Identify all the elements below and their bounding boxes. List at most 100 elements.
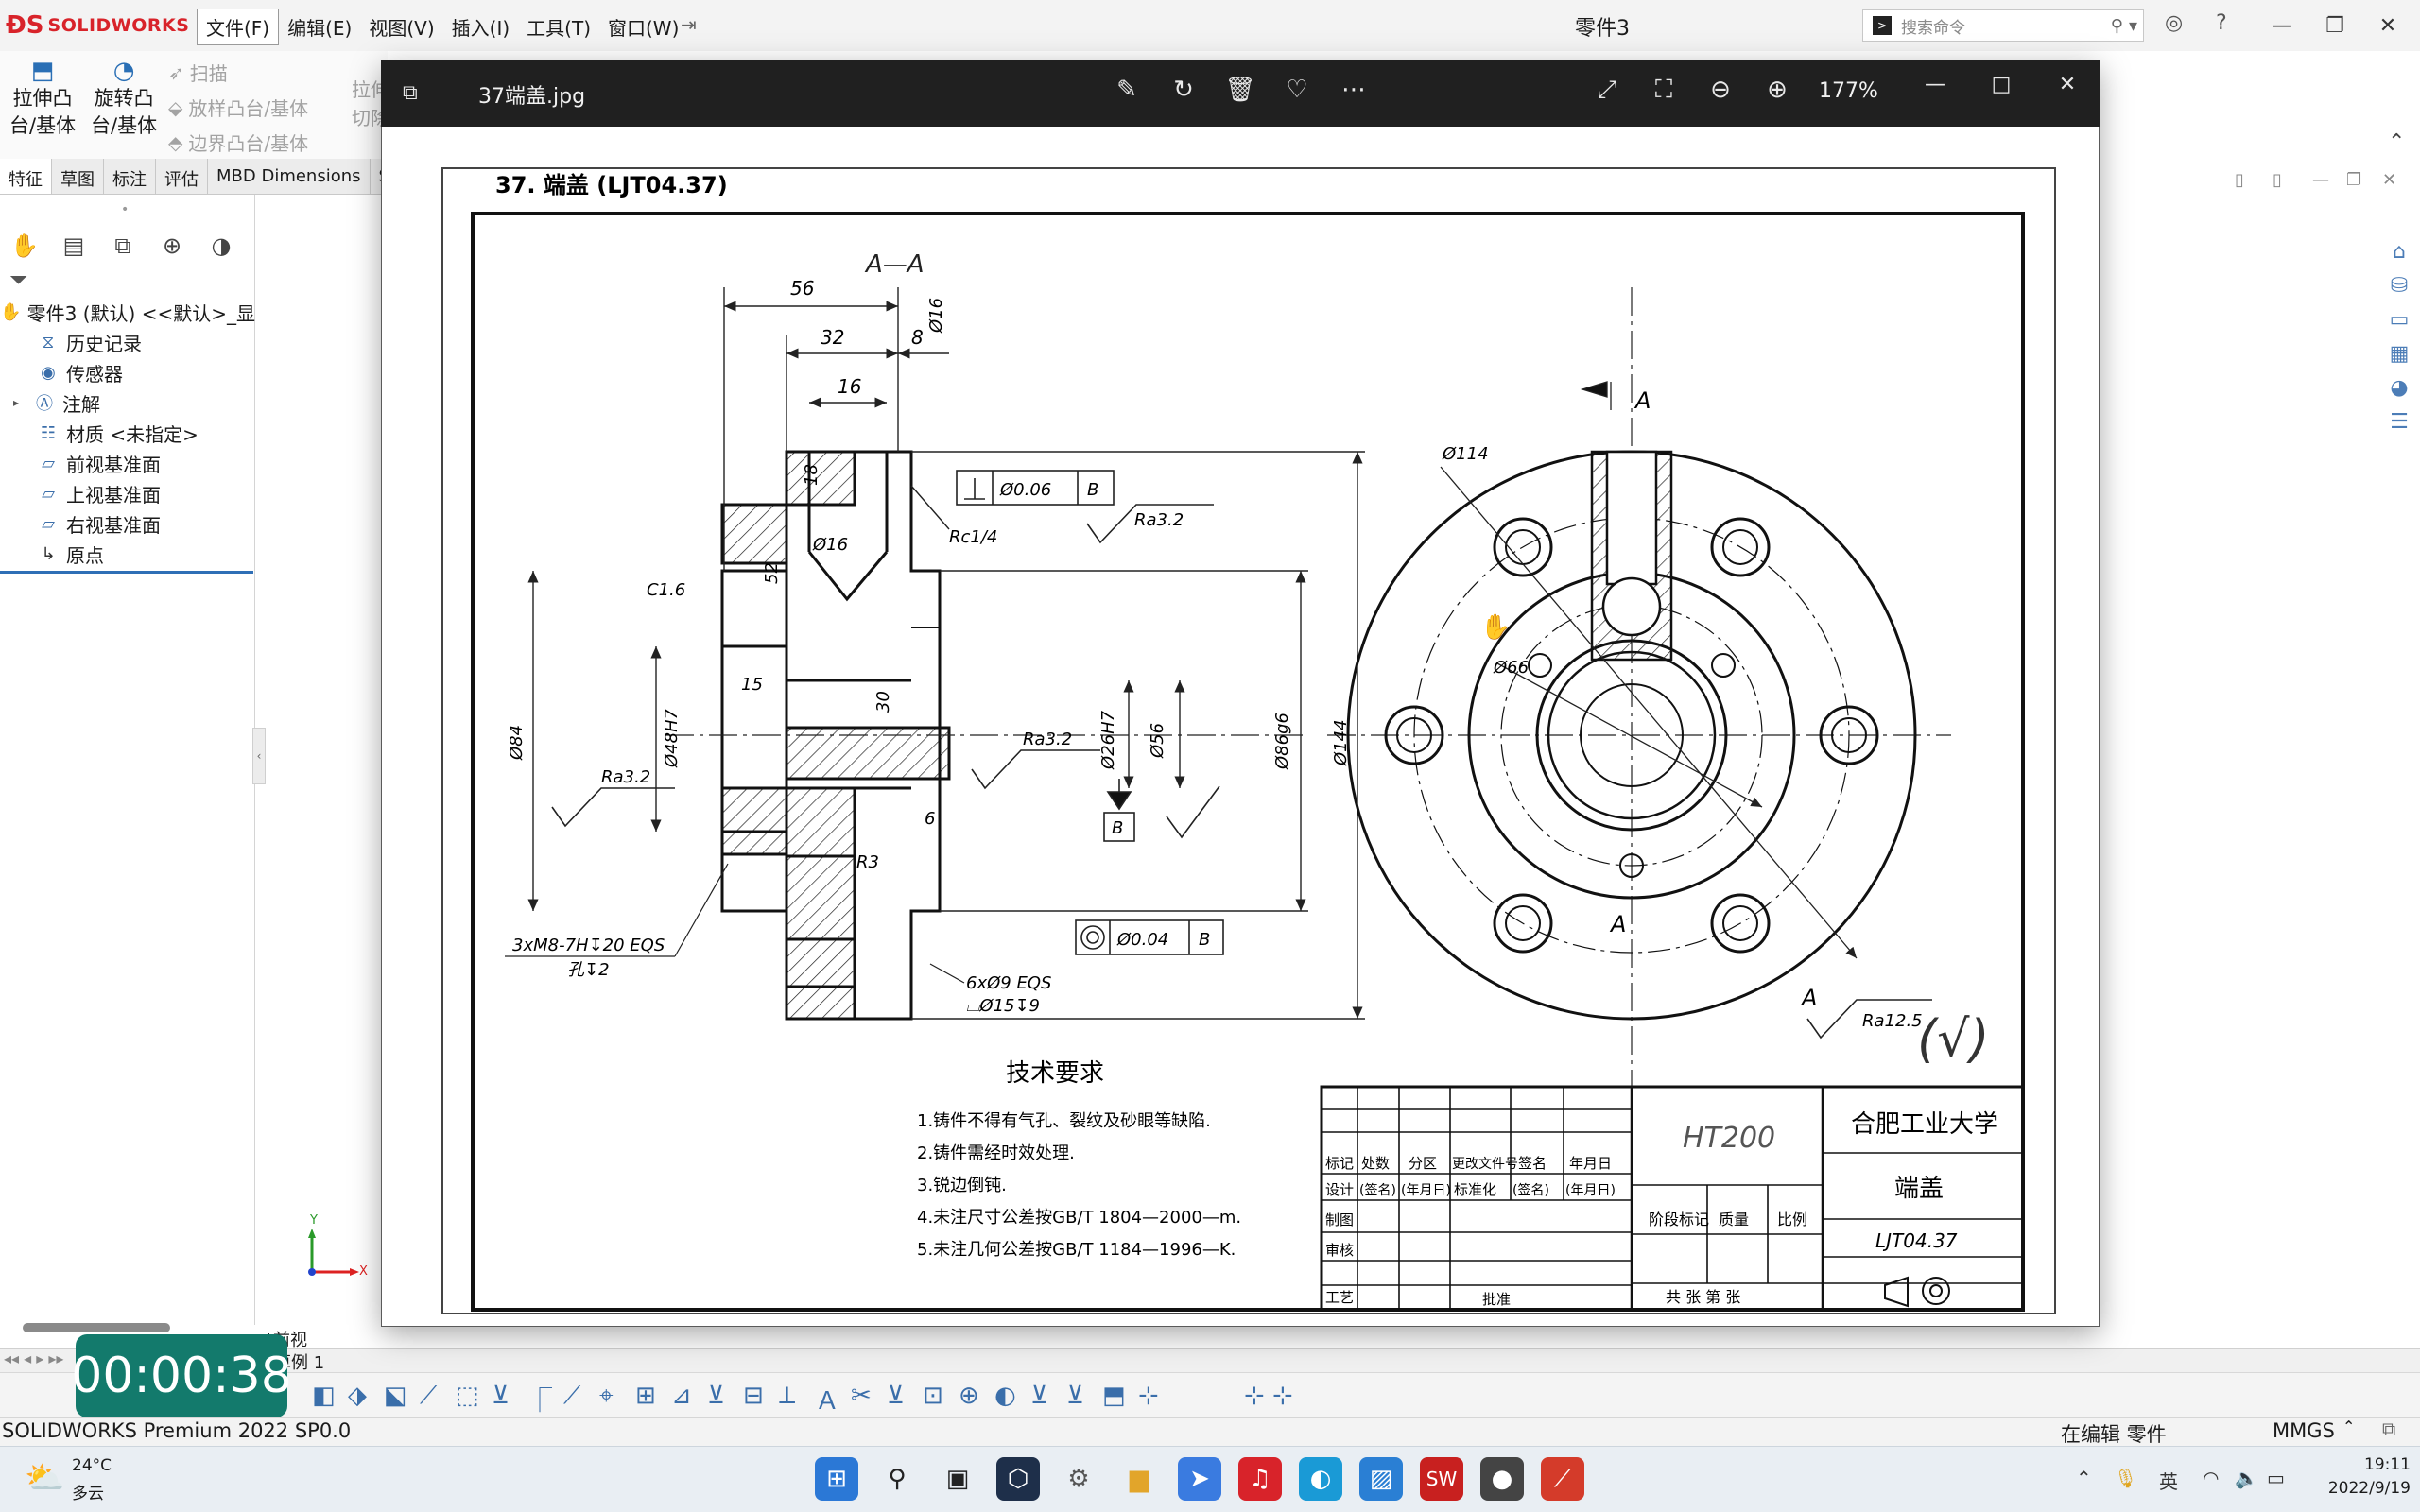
shaded-icon[interactable]: ◐ [994,1382,1016,1410]
tab-markup[interactable]: 标注 [104,159,156,194]
zoom-in-icon[interactable]: ⊕ [1758,76,1796,104]
dimxpert-icon[interactable]: ⊕ [147,227,197,265]
collapse-ribbon-icon[interactable]: ⌃ [2388,130,2405,154]
loft-button[interactable]: ⬙ 放样凸台/基体 [168,94,308,121]
tree-item-material[interactable]: ☷ 材质 <未指定> [0,418,255,448]
help-icon[interactable]: ? [2216,11,2227,35]
plane-tool-icon[interactable]: ⊻ [1066,1382,1084,1410]
search-icon[interactable]: ⚲ [2111,16,2123,36]
display-manager-icon[interactable]: ◑ [197,227,246,265]
axis-icon[interactable]: ⊻ [1030,1382,1048,1410]
tree-root[interactable]: ✋ 零件3 (默认) <<默认>_显 [0,297,255,327]
render-icon[interactable]: ⬒ [1102,1382,1126,1410]
edit-image-icon[interactable]: ✎ [1108,76,1146,104]
close-button[interactable]: ✕ [2365,8,2411,43]
restore-button[interactable]: ❐ [2312,8,2358,43]
zoom-out-icon[interactable]: ⊖ [1702,76,1739,104]
wifi-icon[interactable]: ◠ [2203,1467,2219,1489]
volume-icon[interactable]: 🔈 [2235,1467,2258,1489]
recorder-icon[interactable]: ● [1480,1457,1524,1501]
search-icon[interactable]: ⚲ [875,1457,919,1501]
horizontal-scrollbar[interactable] [23,1323,170,1332]
doc-close-icon[interactable]: ✕ [2382,170,2396,190]
section-view-icon[interactable]: ⟋ [420,1382,437,1411]
pin-icon[interactable]: ⇥ [681,13,697,36]
filter-icon[interactable]: ⏷ [9,266,27,293]
snap-icon[interactable]: ⊿ [671,1382,692,1410]
status-units[interactable]: MMGS [2273,1419,2335,1442]
battery-icon[interactable]: ▭ [2267,1467,2285,1489]
tile-left-icon[interactable]: ▯ [2235,170,2244,190]
display-style-icon[interactable]: ⬕ [384,1382,407,1410]
sweep-button[interactable]: ➶ 扫描 [168,59,228,86]
appearances-icon[interactable]: ◕ [2384,372,2414,403]
netease-music-icon[interactable]: ♫ [1238,1457,1282,1501]
viewer-close-button[interactable]: ✕ [2042,68,2093,100]
edge-icon[interactable]: ◐ [1299,1457,1342,1501]
zoom-level[interactable]: 177% [1819,79,1878,103]
menu-file[interactable]: 文件(F) [197,8,280,45]
feature-manager-icon[interactable]: ✋ [0,227,49,265]
line-icon[interactable]: ⟋ [563,1382,580,1411]
minimize-button[interactable]: — [2259,8,2305,43]
tree-item-history[interactable]: ⧖ 历史记录 [0,327,255,357]
search-command-input[interactable]: > 搜索命令 ⚲ ▾ [1862,9,2144,42]
delete-icon[interactable]: 🗑 [1221,76,1259,104]
tab-sketch[interactable]: 草图 [52,159,104,194]
tray-chevron-icon[interactable]: ⌃ [2076,1467,2092,1489]
rotate-icon[interactable]: ↻ [1165,76,1202,104]
app-red-icon[interactable]: ⟋ [1541,1457,1584,1501]
more-options-icon[interactable]: ⋯ [1335,76,1373,104]
offset-icon[interactable]: ⊻ [887,1382,905,1410]
revolve-boss-button[interactable]: ◔ 旋转凸 台/基体 [91,57,157,140]
panel-grip-icon[interactable]: • [121,202,129,217]
clock-time[interactable]: 19:11 [2350,1455,2411,1474]
point-icon[interactable]: ⌖ [599,1382,614,1411]
task-view-icon[interactable]: ▣ [936,1457,979,1501]
configuration-manager-icon[interactable]: ⧉ [98,227,147,265]
select-filter-icon[interactable]: ⊻ [492,1382,510,1410]
text-icon[interactable]: Ａ [815,1382,839,1417]
measure-icon[interactable]: ⊟ [743,1382,764,1410]
property-manager-icon[interactable]: ▤ [49,227,98,265]
doc-restore-icon[interactable]: ❐ [2346,170,2361,190]
ime-indicator[interactable]: 英 [2159,1467,2178,1494]
favorite-icon[interactable]: ♡ [1278,76,1316,104]
weather-icon[interactable]: ⛅ [25,1459,64,1497]
solidworks-taskbar-icon[interactable]: SW [1420,1457,1463,1501]
home-icon[interactable]: ⌂ [2384,236,2414,266]
sketch-icon[interactable]: ⎾ [527,1382,552,1417]
pattern-icon[interactable]: ⊕ [959,1382,979,1410]
menu-insert[interactable]: 插入(I) [443,9,519,44]
rollback-bar[interactable] [0,571,253,574]
tree-item-front-plane[interactable]: ▱ 前视基准面 [0,448,255,478]
custom-properties-icon[interactable]: ☰ [2384,406,2414,437]
menu-tools[interactable]: 工具(T) [518,9,599,44]
zoom-fit-icon[interactable]: ⬗ [348,1382,367,1410]
photos-icon[interactable]: ▨ [1359,1457,1403,1501]
expand-arrow-icon[interactable]: ▸ [13,396,32,409]
panel-collapse-handle[interactable]: ‹ [252,728,266,784]
fullscreen-icon[interactable]: ⤢ [1588,76,1626,105]
tree-item-top-plane[interactable]: ▱ 上视基准面 [0,478,255,508]
mirror-icon[interactable]: ⟂ [779,1382,795,1411]
user-icon[interactable]: ◎ [2165,11,2183,35]
design-library-icon[interactable]: ⛁ [2384,270,2414,301]
tree-item-right-plane[interactable]: ▱ 右视基准面 [0,508,255,539]
weather-description[interactable]: 多云 [72,1480,104,1503]
tags-icon[interactable]: ⧉ [2382,1418,2395,1440]
more-tools-2-icon[interactable]: ⊹ [1272,1382,1293,1410]
dimension-icon[interactable]: ⊞ [635,1382,656,1410]
file-explorer-icon[interactable]: ▭ [2384,304,2414,335]
convert-icon[interactable]: ⊡ [923,1382,943,1410]
units-chevron-icon[interactable]: ⌃ [2342,1418,2355,1435]
clock-date[interactable]: 2022/9/19 [2314,1479,2411,1498]
viewer-maximize-button[interactable]: □ [1976,68,2027,100]
start-button[interactable]: ⊞ [815,1457,858,1501]
weather-temperature[interactable]: 24°C [72,1456,112,1475]
menu-window[interactable]: 窗口(W) [599,9,687,44]
feishu-icon[interactable]: ➤ [1178,1457,1221,1501]
chevron-down-icon[interactable]: ▾ [2129,16,2137,36]
solidworks-logo[interactable]: ƉS SOLIDWORKS [6,9,189,42]
tree-item-origin[interactable]: ↳ 原点 [0,539,255,569]
